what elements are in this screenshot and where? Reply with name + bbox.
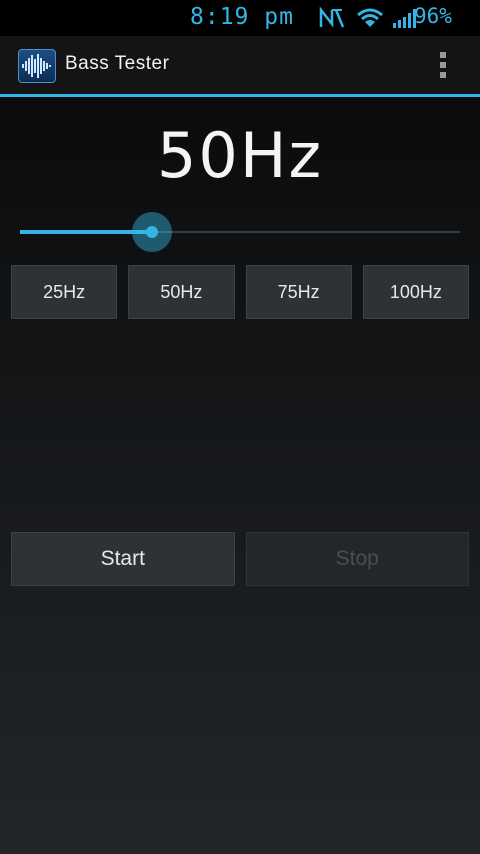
control-buttons: Start Stop	[11, 532, 469, 586]
main-content: 50Hz 25Hz 50Hz 75Hz 100Hz Start Stop	[0, 97, 480, 854]
app-title: Bass Tester	[65, 53, 170, 74]
battery-level: 96%	[414, 4, 452, 28]
waveform-icon[interactable]	[18, 49, 56, 83]
status-bar: 8:19 pm 96%	[0, 0, 480, 36]
preset-25hz-button[interactable]: 25Hz	[11, 265, 118, 319]
nfc-icon	[319, 7, 345, 28]
preset-100hz-button[interactable]: 100Hz	[362, 265, 469, 319]
slider-thumb[interactable]	[132, 212, 172, 252]
preset-buttons: 25Hz 50Hz 75Hz 100Hz	[11, 265, 469, 319]
status-icons	[318, 6, 420, 30]
action-bar: Bass Tester	[0, 36, 480, 94]
stop-button[interactable]: Stop	[245, 532, 469, 586]
frequency-display: 50Hz	[156, 119, 324, 192]
overflow-menu-icon[interactable]	[426, 48, 460, 82]
preset-50hz-button[interactable]: 50Hz	[128, 265, 235, 319]
start-button[interactable]: Start	[11, 532, 235, 586]
preset-75hz-button[interactable]: 75Hz	[245, 265, 352, 319]
wifi-icon	[357, 8, 383, 27]
status-time: 8:19 pm	[190, 4, 294, 30]
